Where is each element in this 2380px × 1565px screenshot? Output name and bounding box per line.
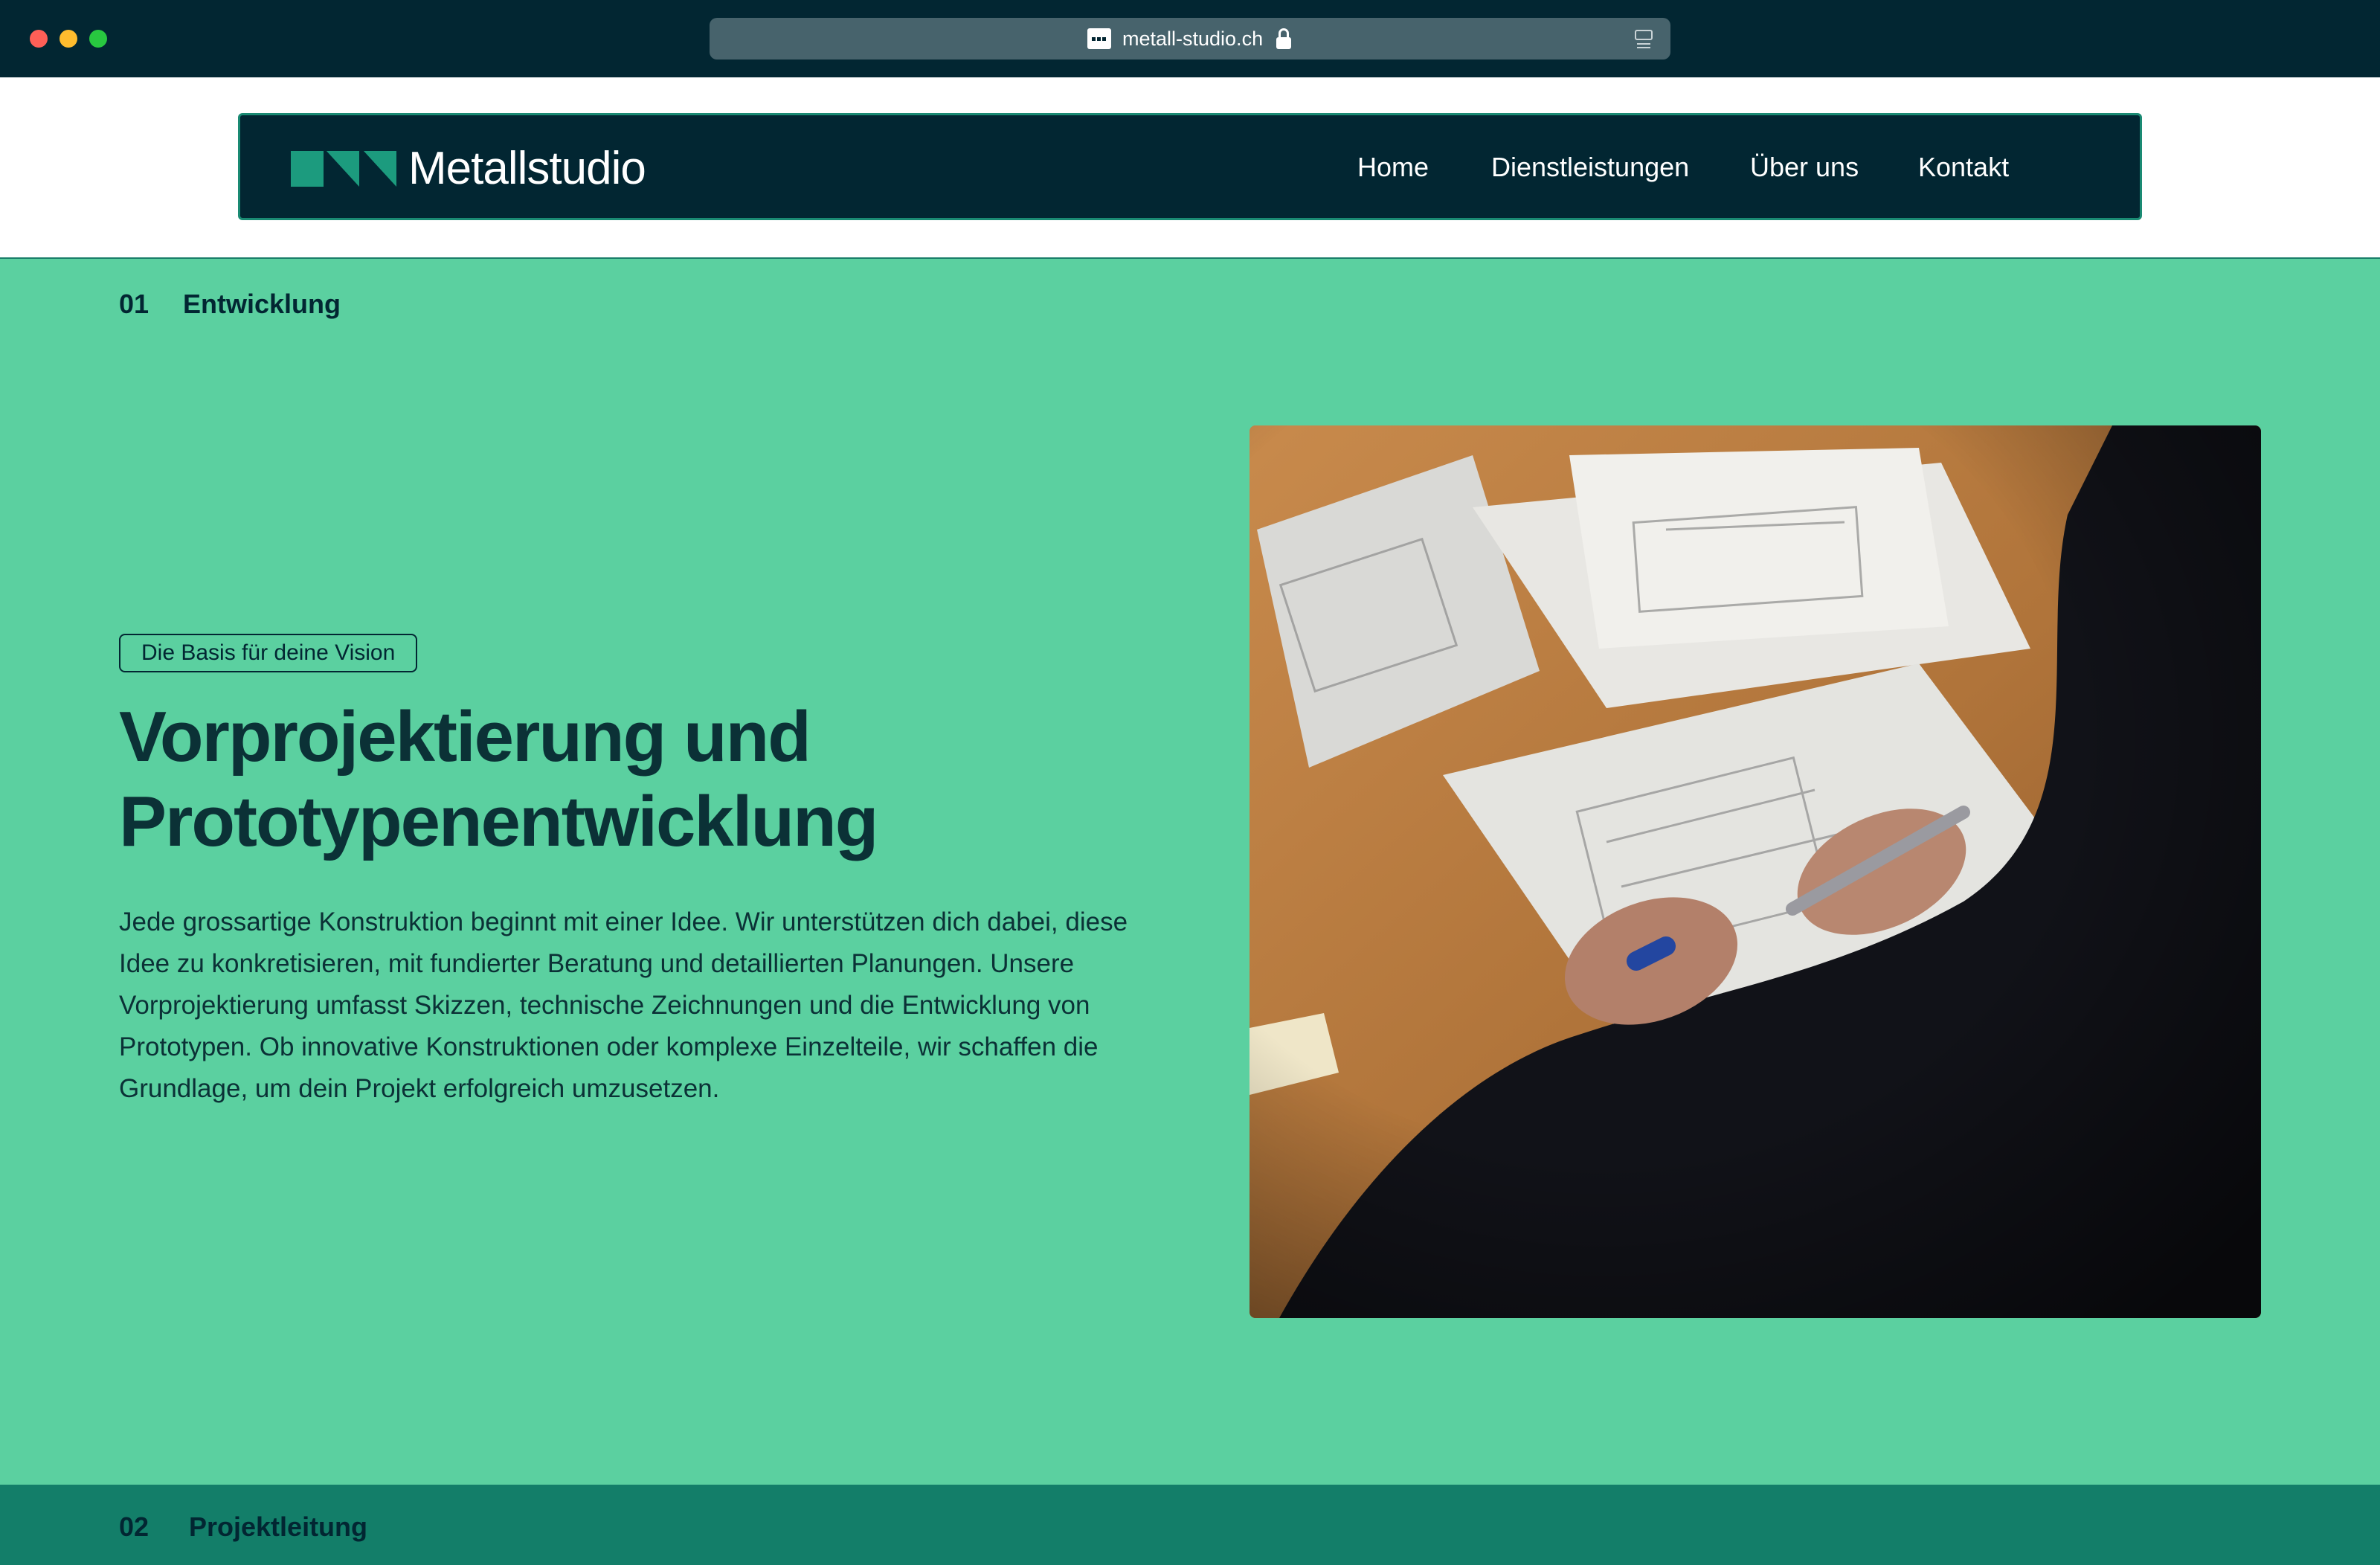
lock-icon	[1276, 28, 1291, 49]
nav-link-dienstleistungen[interactable]: Dienstleistungen	[1491, 148, 1689, 187]
minimize-window-button[interactable]	[60, 30, 77, 48]
section-projektleitung: 02 Projektleitung	[0, 1485, 2380, 1565]
reader-mode-icon[interactable]	[1635, 30, 1654, 49]
logo-mark-icon[interactable]	[291, 151, 396, 187]
section-headline: Vorprojektierung und Prototypenentwicklu…	[119, 697, 878, 861]
site-header: Metallstudio Home Dienstleistungen Über …	[238, 113, 2142, 220]
section-entwicklung: 01 Entwicklung Die Basis für deine Visio…	[0, 259, 2380, 1485]
nav-link-ueber-uns[interactable]: Über uns	[1750, 148, 1859, 187]
address-bar-url: metall-studio.ch	[1122, 28, 1264, 50]
section-number: 01	[119, 289, 149, 319]
browser-toolbar: metall-studio.ch	[0, 0, 2380, 77]
close-window-button[interactable]	[30, 30, 48, 48]
nav-link-kontakt[interactable]: Kontakt	[1918, 148, 2009, 187]
section-title[interactable]: Projektleitung	[189, 1508, 367, 1546]
section-title[interactable]: Entwicklung	[183, 286, 341, 323]
section-body-text: Jede grossartige Konstruktion beginnt mi…	[119, 907, 1128, 1103]
logo-text[interactable]: Metallstudio	[408, 142, 646, 196]
maximize-window-button[interactable]	[89, 30, 107, 48]
section-tag: Die Basis für deine Vision	[119, 634, 418, 672]
address-bar[interactable]: metall-studio.ch	[710, 18, 1670, 60]
nav-link-home[interactable]: Home	[1357, 148, 1429, 187]
site-favicon-icon	[1087, 28, 1111, 49]
section-photo	[1250, 425, 2261, 1318]
section-number: 02	[119, 1511, 149, 1542]
